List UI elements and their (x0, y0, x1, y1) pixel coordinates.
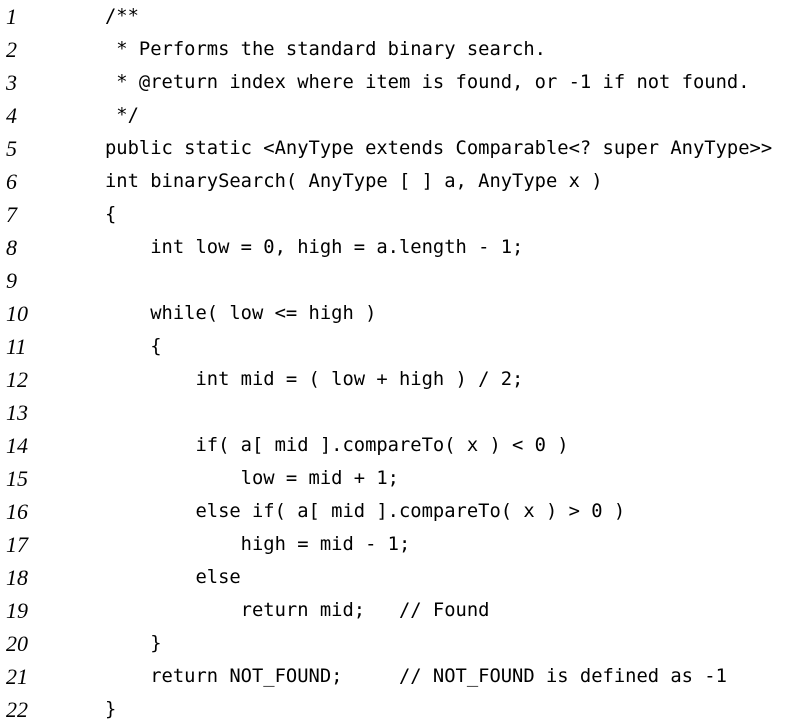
line-number: 1 (6, 4, 17, 29)
line-number: 18 (6, 565, 28, 590)
line-number: 5 (6, 136, 17, 161)
code-line: 9 (0, 264, 798, 297)
code-line: 17 high = mid - 1; (0, 528, 798, 561)
line-number: 20 (6, 631, 28, 656)
line-number: 7 (6, 202, 17, 227)
code-text: } (105, 699, 117, 720)
code-line: 18 else (0, 561, 798, 594)
code-text: public static <AnyType extends Comparabl… (105, 138, 773, 159)
code-text: int low = 0, high = a.length - 1; (105, 237, 524, 258)
code-line: 10 while( low <= high ) (0, 297, 798, 330)
line-number: 13 (6, 400, 28, 425)
code-text: low = mid + 1; (105, 468, 399, 489)
code-line: 12 int mid = ( low + high ) / 2; (0, 363, 798, 396)
line-number: 6 (6, 169, 17, 194)
code-text: } (105, 633, 162, 654)
code-text: int mid = ( low + high ) / 2; (105, 369, 524, 390)
code-line: 13 (0, 396, 798, 429)
code-text: int binarySearch( AnyType [ ] a, AnyType… (105, 171, 603, 192)
line-number: 22 (6, 697, 28, 722)
code-line: 16 else if( a[ mid ].compareTo( x ) > 0 … (0, 495, 798, 528)
line-number: 21 (6, 664, 28, 689)
code-text: { (105, 336, 162, 357)
code-text: else if( a[ mid ].compareTo( x ) > 0 ) (105, 501, 626, 522)
code-line: 19 return mid; // Found (0, 594, 798, 627)
code-line: 14 if( a[ mid ].compareTo( x ) < 0 ) (0, 429, 798, 462)
code-text: high = mid - 1; (105, 534, 411, 555)
code-line: 2 * Performs the standard binary search. (0, 33, 798, 66)
code-line: 5 public static <AnyType extends Comparab… (0, 132, 798, 165)
code-text: if( a[ mid ].compareTo( x ) < 0 ) (105, 435, 569, 456)
code-line: 20 } (0, 627, 798, 660)
code-text: while( low <= high ) (105, 303, 377, 324)
code-line: 15 low = mid + 1; (0, 462, 798, 495)
code-text: return mid; // Found (105, 600, 490, 621)
code-listing: 1 /** 2 * Performs the standard binary se… (0, 0, 798, 722)
line-number: 9 (6, 268, 17, 293)
code-line: 6 int binarySearch( AnyType [ ] a, AnyTyp… (0, 165, 798, 198)
code-line: 22} (0, 693, 798, 726)
code-line: 7{ (0, 198, 798, 231)
line-number: 17 (6, 532, 28, 557)
code-text: * @return index where item is found, or … (105, 72, 750, 93)
code-text: { (105, 204, 117, 225)
line-number: 19 (6, 598, 28, 623)
line-number: 15 (6, 466, 28, 491)
code-line: 11 { (0, 330, 798, 363)
code-line: 3 * @return index where item is found, o… (0, 66, 798, 99)
code-line: 21 return NOT_FOUND; // NOT_FOUND is def… (0, 660, 798, 693)
code-text: */ (105, 105, 139, 126)
line-number: 14 (6, 433, 28, 458)
line-number: 8 (6, 235, 17, 260)
line-number: 11 (6, 334, 27, 359)
line-number: 2 (6, 37, 17, 62)
line-number: 10 (6, 301, 28, 326)
code-text: return NOT_FOUND; // NOT_FOUND is define… (105, 666, 727, 687)
code-text: * Performs the standard binary search. (105, 39, 546, 60)
code-line: 8 int low = 0, high = a.length - 1; (0, 231, 798, 264)
line-number: 3 (6, 70, 17, 95)
code-text: /** (105, 6, 139, 27)
line-number: 16 (6, 499, 28, 524)
line-number: 12 (6, 367, 28, 392)
code-line: 4 */ (0, 99, 798, 132)
code-line: 1 /** (0, 0, 798, 33)
code-text: else (105, 567, 241, 588)
line-number: 4 (6, 103, 17, 128)
